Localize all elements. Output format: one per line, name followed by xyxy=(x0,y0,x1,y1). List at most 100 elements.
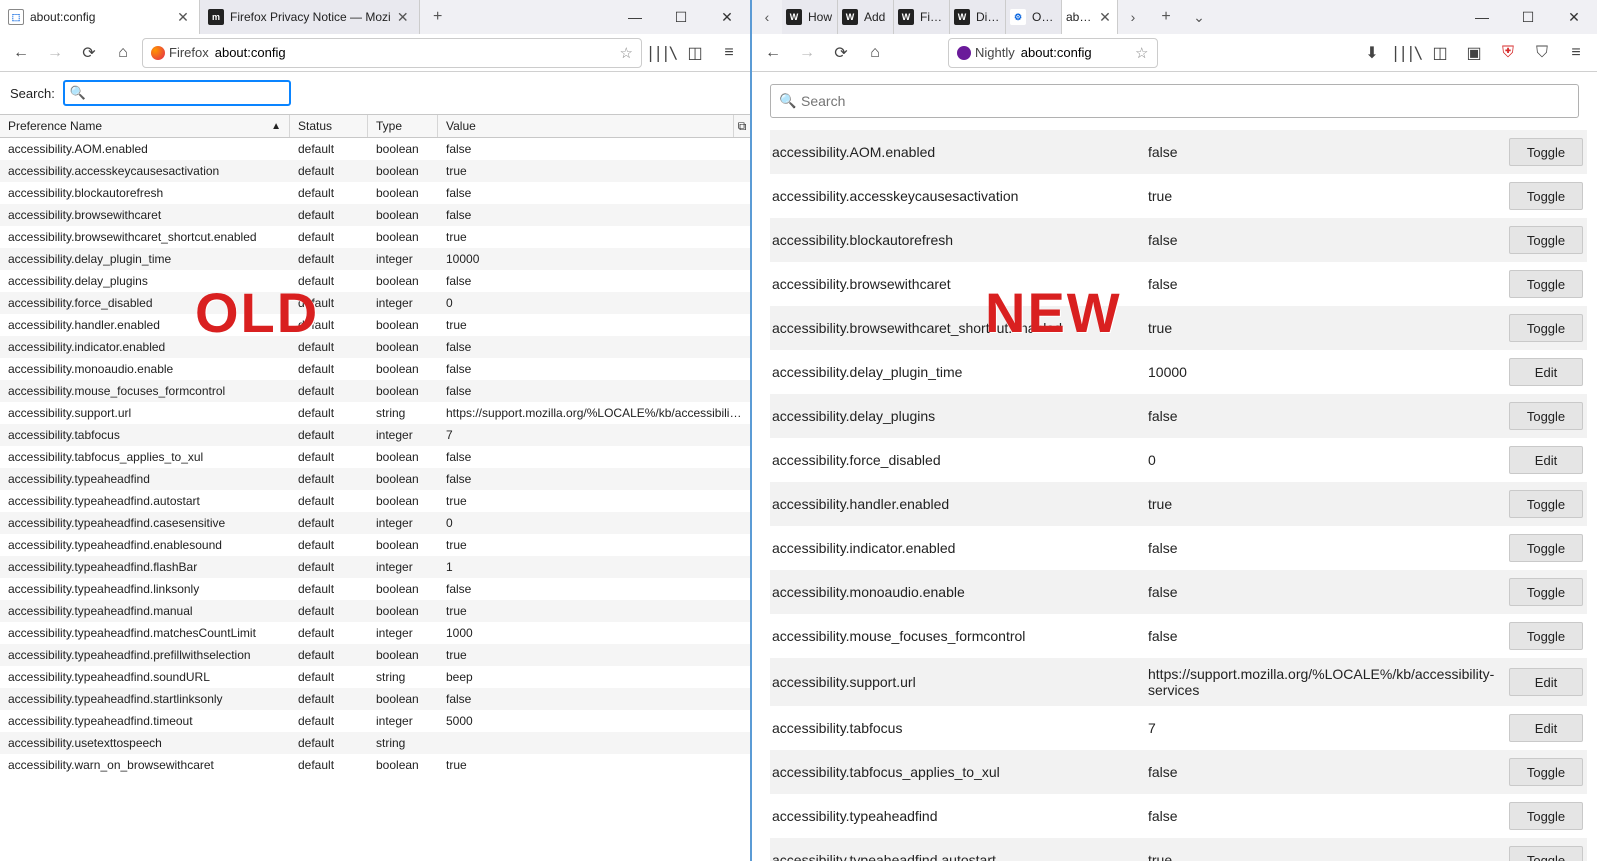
menu-button[interactable]: ≡ xyxy=(1561,38,1591,68)
pref-row[interactable]: accessibility.mouse_focuses_formcontrolf… xyxy=(770,614,1587,658)
pref-row[interactable]: accessibility.typeaheadfind.startlinkson… xyxy=(0,688,750,710)
reload-button[interactable]: ⟳ xyxy=(826,38,856,68)
downloads-button[interactable]: ⬇ xyxy=(1357,38,1387,68)
header-status[interactable]: Status xyxy=(290,115,368,137)
menu-button[interactable]: ≡ xyxy=(714,38,744,68)
reload-button[interactable]: ⟳ xyxy=(74,38,104,68)
pref-row[interactable]: accessibility.delay_plugin_timedefaultin… xyxy=(0,248,750,270)
extension-ublock-icon[interactable]: ⛨ xyxy=(1493,38,1523,68)
header-type[interactable]: Type xyxy=(368,115,438,137)
toggle-button[interactable]: Toggle xyxy=(1509,578,1583,606)
url-bar[interactable]: Nightly about:config ☆ xyxy=(948,38,1158,68)
pref-row[interactable]: accessibility.typeaheadfind.prefillwiths… xyxy=(0,644,750,666)
pref-row[interactable]: accessibility.typeaheadfind.enablesoundd… xyxy=(0,534,750,556)
close-button[interactable]: ✕ xyxy=(704,0,750,34)
tab-scroll-left[interactable]: ‹ xyxy=(752,0,782,34)
tab[interactable]: ⚙Optio xyxy=(1006,0,1062,34)
bookmark-star-icon[interactable]: ☆ xyxy=(620,44,633,62)
close-icon[interactable]: ✕ xyxy=(1097,9,1113,25)
tab-aboutconfig[interactable]: ⬚ about:config ✕ xyxy=(0,0,200,34)
bookmark-star-icon[interactable]: ☆ xyxy=(1135,44,1148,62)
toggle-button[interactable]: Toggle xyxy=(1509,490,1583,518)
identity-box[interactable]: Nightly xyxy=(957,45,1015,60)
close-icon[interactable]: ✕ xyxy=(395,9,411,25)
pref-row[interactable]: accessibility.handler.enableddefaultbool… xyxy=(0,314,750,336)
forward-button[interactable]: → xyxy=(792,38,822,68)
tab[interactable]: about:✕ xyxy=(1062,0,1118,34)
toggle-button[interactable]: Toggle xyxy=(1509,622,1583,650)
minimize-button[interactable]: — xyxy=(1459,0,1505,34)
pref-row[interactable]: accessibility.typeaheadfind.matchesCount… xyxy=(0,622,750,644)
pref-list[interactable]: accessibility.AOM.enableddefaultbooleanf… xyxy=(0,138,750,857)
pref-row[interactable]: accessibility.typeaheadfind.autostarttru… xyxy=(770,838,1587,861)
library-button[interactable]: |||\ xyxy=(646,38,676,68)
pref-row[interactable]: accessibility.support.urlhttps://support… xyxy=(770,658,1587,706)
back-button[interactable]: ← xyxy=(758,38,788,68)
extension-shield-icon[interactable]: ⛉ xyxy=(1527,38,1557,68)
tab[interactable]: WAdd xyxy=(838,0,894,34)
tab-dropdown[interactable]: ⌄ xyxy=(1184,0,1214,34)
column-picker-icon[interactable]: ⧉ xyxy=(734,115,750,137)
pref-row[interactable]: accessibility.blockautorefreshfalseToggl… xyxy=(770,218,1587,262)
pref-row[interactable]: accessibility.indicator.enableddefaultbo… xyxy=(0,336,750,358)
pref-row[interactable]: accessibility.tabfocus_applies_to_xuldef… xyxy=(0,446,750,468)
pref-row[interactable]: accessibility.tabfocus7Edit xyxy=(770,706,1587,750)
pref-row[interactable]: accessibility.typeaheadfind.manualdefaul… xyxy=(0,600,750,622)
pref-row[interactable]: accessibility.typeaheadfind.timeoutdefau… xyxy=(0,710,750,732)
pref-row[interactable]: accessibility.delay_pluginsfalseToggle xyxy=(770,394,1587,438)
url-bar[interactable]: Firefox about:config ☆ xyxy=(142,38,642,68)
pref-row[interactable]: accessibility.browsewithcaret_shortcut.e… xyxy=(0,226,750,248)
pref-row[interactable]: accessibility.accesskeycausesactivationd… xyxy=(0,160,750,182)
pref-row[interactable]: accessibility.delay_pluginsdefaultboolea… xyxy=(0,270,750,292)
tab-privacy[interactable]: m Firefox Privacy Notice — Mozi ✕ xyxy=(200,0,420,34)
toggle-button[interactable]: Toggle xyxy=(1509,846,1583,861)
maximize-button[interactable]: ☐ xyxy=(658,0,704,34)
new-tab-button[interactable]: + xyxy=(1148,0,1184,34)
maximize-button[interactable]: ☐ xyxy=(1505,0,1551,34)
edit-button[interactable]: Edit xyxy=(1509,714,1583,742)
search-input[interactable] xyxy=(770,84,1579,118)
pref-row[interactable]: accessibility.warn_on_browsewithcaretdef… xyxy=(0,754,750,776)
pref-row[interactable]: accessibility.typeaheadfind.flashBardefa… xyxy=(0,556,750,578)
header-name[interactable]: Preference Name▲ xyxy=(0,115,290,137)
edit-button[interactable]: Edit xyxy=(1509,668,1583,696)
pref-row[interactable]: accessibility.browsewithcaretfalseToggle xyxy=(770,262,1587,306)
pref-row[interactable]: accessibility.typeaheadfind.autostartdef… xyxy=(0,490,750,512)
pref-row[interactable]: accessibility.typeaheadfind.linksonlydef… xyxy=(0,578,750,600)
close-icon[interactable]: ✕ xyxy=(175,9,191,25)
tab[interactable]: WDisab xyxy=(950,0,1006,34)
home-button[interactable]: ⌂ xyxy=(860,38,890,68)
toggle-button[interactable]: Toggle xyxy=(1509,402,1583,430)
account-button[interactable]: ▣ xyxy=(1459,38,1489,68)
pref-row[interactable]: accessibility.typeaheadfindfalseToggle xyxy=(770,794,1587,838)
sidebar-button[interactable]: ◫ xyxy=(1425,38,1455,68)
home-button[interactable]: ⌂ xyxy=(108,38,138,68)
toggle-button[interactable]: Toggle xyxy=(1509,758,1583,786)
search-input[interactable] xyxy=(63,80,291,106)
pref-row[interactable]: accessibility.browsewithcaret_shortcut.e… xyxy=(770,306,1587,350)
pref-row[interactable]: accessibility.typeaheadfind.soundURLdefa… xyxy=(0,666,750,688)
pref-row[interactable]: accessibility.handler.enabledtrueToggle xyxy=(770,482,1587,526)
pref-row[interactable]: accessibility.AOM.enabledfalseToggle xyxy=(770,130,1587,174)
sidebar-button[interactable]: ◫ xyxy=(680,38,710,68)
pref-row[interactable]: accessibility.indicator.enabledfalseTogg… xyxy=(770,526,1587,570)
identity-box[interactable]: Firefox xyxy=(151,45,209,60)
edit-button[interactable]: Edit xyxy=(1509,446,1583,474)
pref-list[interactable]: accessibility.AOM.enabledfalseToggle acce… xyxy=(752,130,1597,861)
pref-row[interactable]: accessibility.browsewithcaretdefaultbool… xyxy=(0,204,750,226)
toggle-button[interactable]: Toggle xyxy=(1509,182,1583,210)
pref-row[interactable]: accessibility.force_disableddefaultinteg… xyxy=(0,292,750,314)
pref-row[interactable]: accessibility.tabfocus_applies_to_xulfal… xyxy=(770,750,1587,794)
minimize-button[interactable]: — xyxy=(612,0,658,34)
toggle-button[interactable]: Toggle xyxy=(1509,138,1583,166)
pref-row[interactable]: accessibility.blockautorefreshdefaultboo… xyxy=(0,182,750,204)
new-tab-button[interactable]: + xyxy=(420,0,456,34)
pref-row[interactable]: accessibility.delay_plugin_time10000Edit xyxy=(770,350,1587,394)
pref-row[interactable]: accessibility.typeaheadfind.casesensitiv… xyxy=(0,512,750,534)
pref-row[interactable]: accessibility.force_disabled0Edit xyxy=(770,438,1587,482)
pref-row[interactable]: accessibility.monoaudio.enablefalseToggl… xyxy=(770,570,1587,614)
pref-row[interactable]: accessibility.monoaudio.enabledefaultboo… xyxy=(0,358,750,380)
toggle-button[interactable]: Toggle xyxy=(1509,270,1583,298)
close-button[interactable]: ✕ xyxy=(1551,0,1597,34)
back-button[interactable]: ← xyxy=(6,38,36,68)
